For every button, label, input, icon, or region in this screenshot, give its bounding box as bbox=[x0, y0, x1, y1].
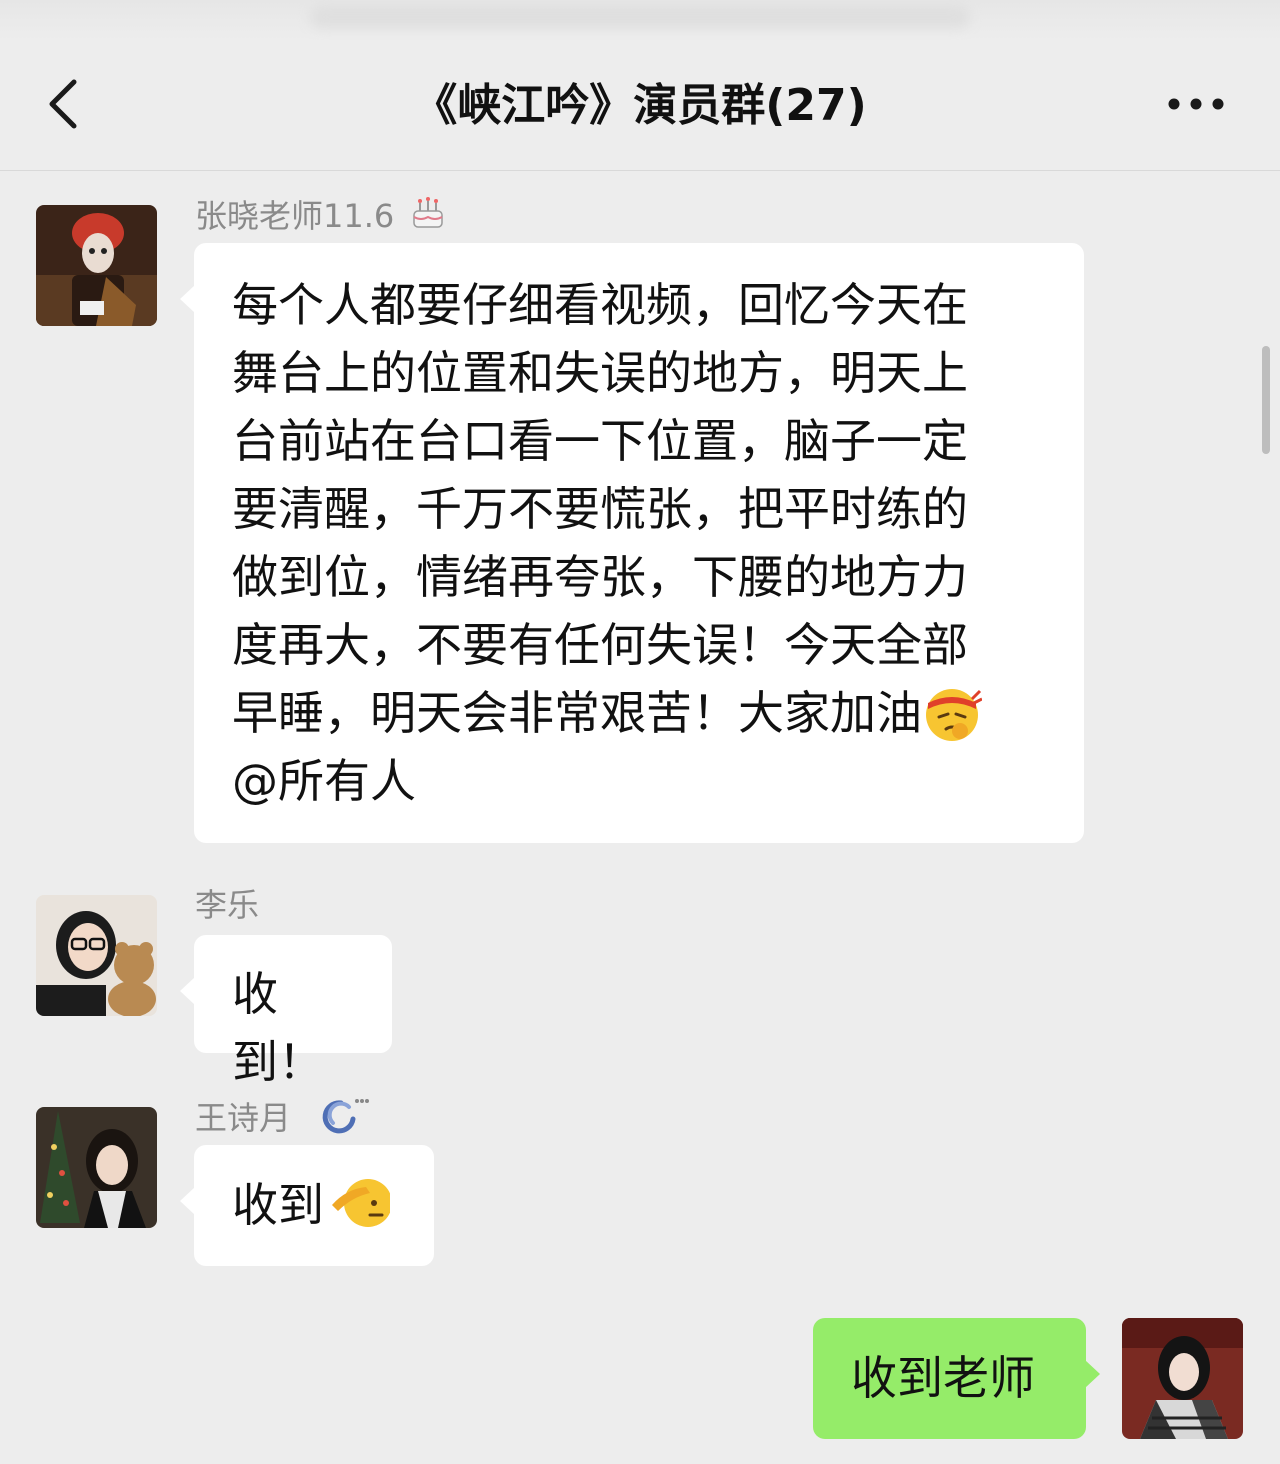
message-line: 早睡，明天会非常艰苦！大家加油 bbox=[232, 679, 1046, 747]
determined-face-headband-icon bbox=[926, 689, 983, 741]
message-text-content: 收到 bbox=[232, 1178, 324, 1232]
message-line-text: 早睡，明天会非常艰苦！大家加油 bbox=[232, 686, 922, 740]
scrollbar[interactable] bbox=[1262, 346, 1270, 454]
message-line: 做到位，情绪再夸张，下腰的地方力 bbox=[232, 550, 968, 604]
avatar-li-le[interactable] bbox=[36, 895, 157, 1016]
message-line: 舞台上的位置和失误的地方，明天上 bbox=[232, 346, 968, 400]
more-button[interactable] bbox=[1164, 92, 1228, 116]
message-text: 每个人都要仔细看视频，回忆今天在 舞台上的位置和失误的地方，明天上 台前站在台口… bbox=[232, 271, 1046, 815]
my-message-bubble[interactable]: 收到老师 bbox=[813, 1318, 1100, 1439]
birthday-cake-icon bbox=[413, 197, 444, 228]
message-line: 每个人都要仔细看视频，回忆今天在 bbox=[232, 278, 968, 332]
sender-name-text: 王诗月 bbox=[195, 1099, 292, 1137]
more-dots-icon bbox=[1168, 98, 1224, 110]
mention-all[interactable]: @所有人 bbox=[232, 747, 1046, 815]
sender-name-text: 张晓老师11.6 bbox=[195, 197, 395, 235]
avatar-zhang-xiao[interactable] bbox=[36, 205, 157, 326]
chat-title: 《峡江吟》演员群(27) bbox=[413, 80, 867, 131]
message-line: 要清醒，千万不要慌张，把平时练的 bbox=[232, 482, 968, 536]
message-text: 收到 bbox=[232, 1171, 396, 1239]
message-bubble[interactable]: 每个人都要仔细看视频，回忆今天在 舞台上的位置和失误的地方，明天上 台前站在台口… bbox=[180, 243, 1084, 843]
sender-name: 张晓老师11.6 bbox=[195, 193, 448, 236]
sender-name: 王诗月 bbox=[195, 1095, 371, 1138]
message-bubble[interactable]: 收到！ bbox=[180, 935, 392, 1089]
avatar-wang-shi-yue[interactable] bbox=[36, 1107, 157, 1228]
status-bar bbox=[0, 0, 1280, 40]
message-text: 收到老师 bbox=[851, 1351, 1035, 1405]
message-line: 台前站在台口看一下位置，脑子一定 bbox=[232, 414, 968, 468]
message-text: 收到！ bbox=[232, 967, 324, 1089]
saluting-face-icon bbox=[332, 1179, 392, 1227]
status-bar-blur bbox=[310, 6, 970, 28]
message-line: 度再大，不要有任何失误！今天全部 bbox=[232, 618, 968, 672]
chat-header: 《峡江吟》演员群(27) bbox=[0, 40, 1280, 171]
avatar-me[interactable] bbox=[1122, 1318, 1243, 1439]
message-bubble[interactable]: 收到 bbox=[180, 1145, 434, 1266]
sender-name: 李乐 bbox=[195, 886, 260, 924]
status-swirl-icon bbox=[322, 1099, 370, 1134]
